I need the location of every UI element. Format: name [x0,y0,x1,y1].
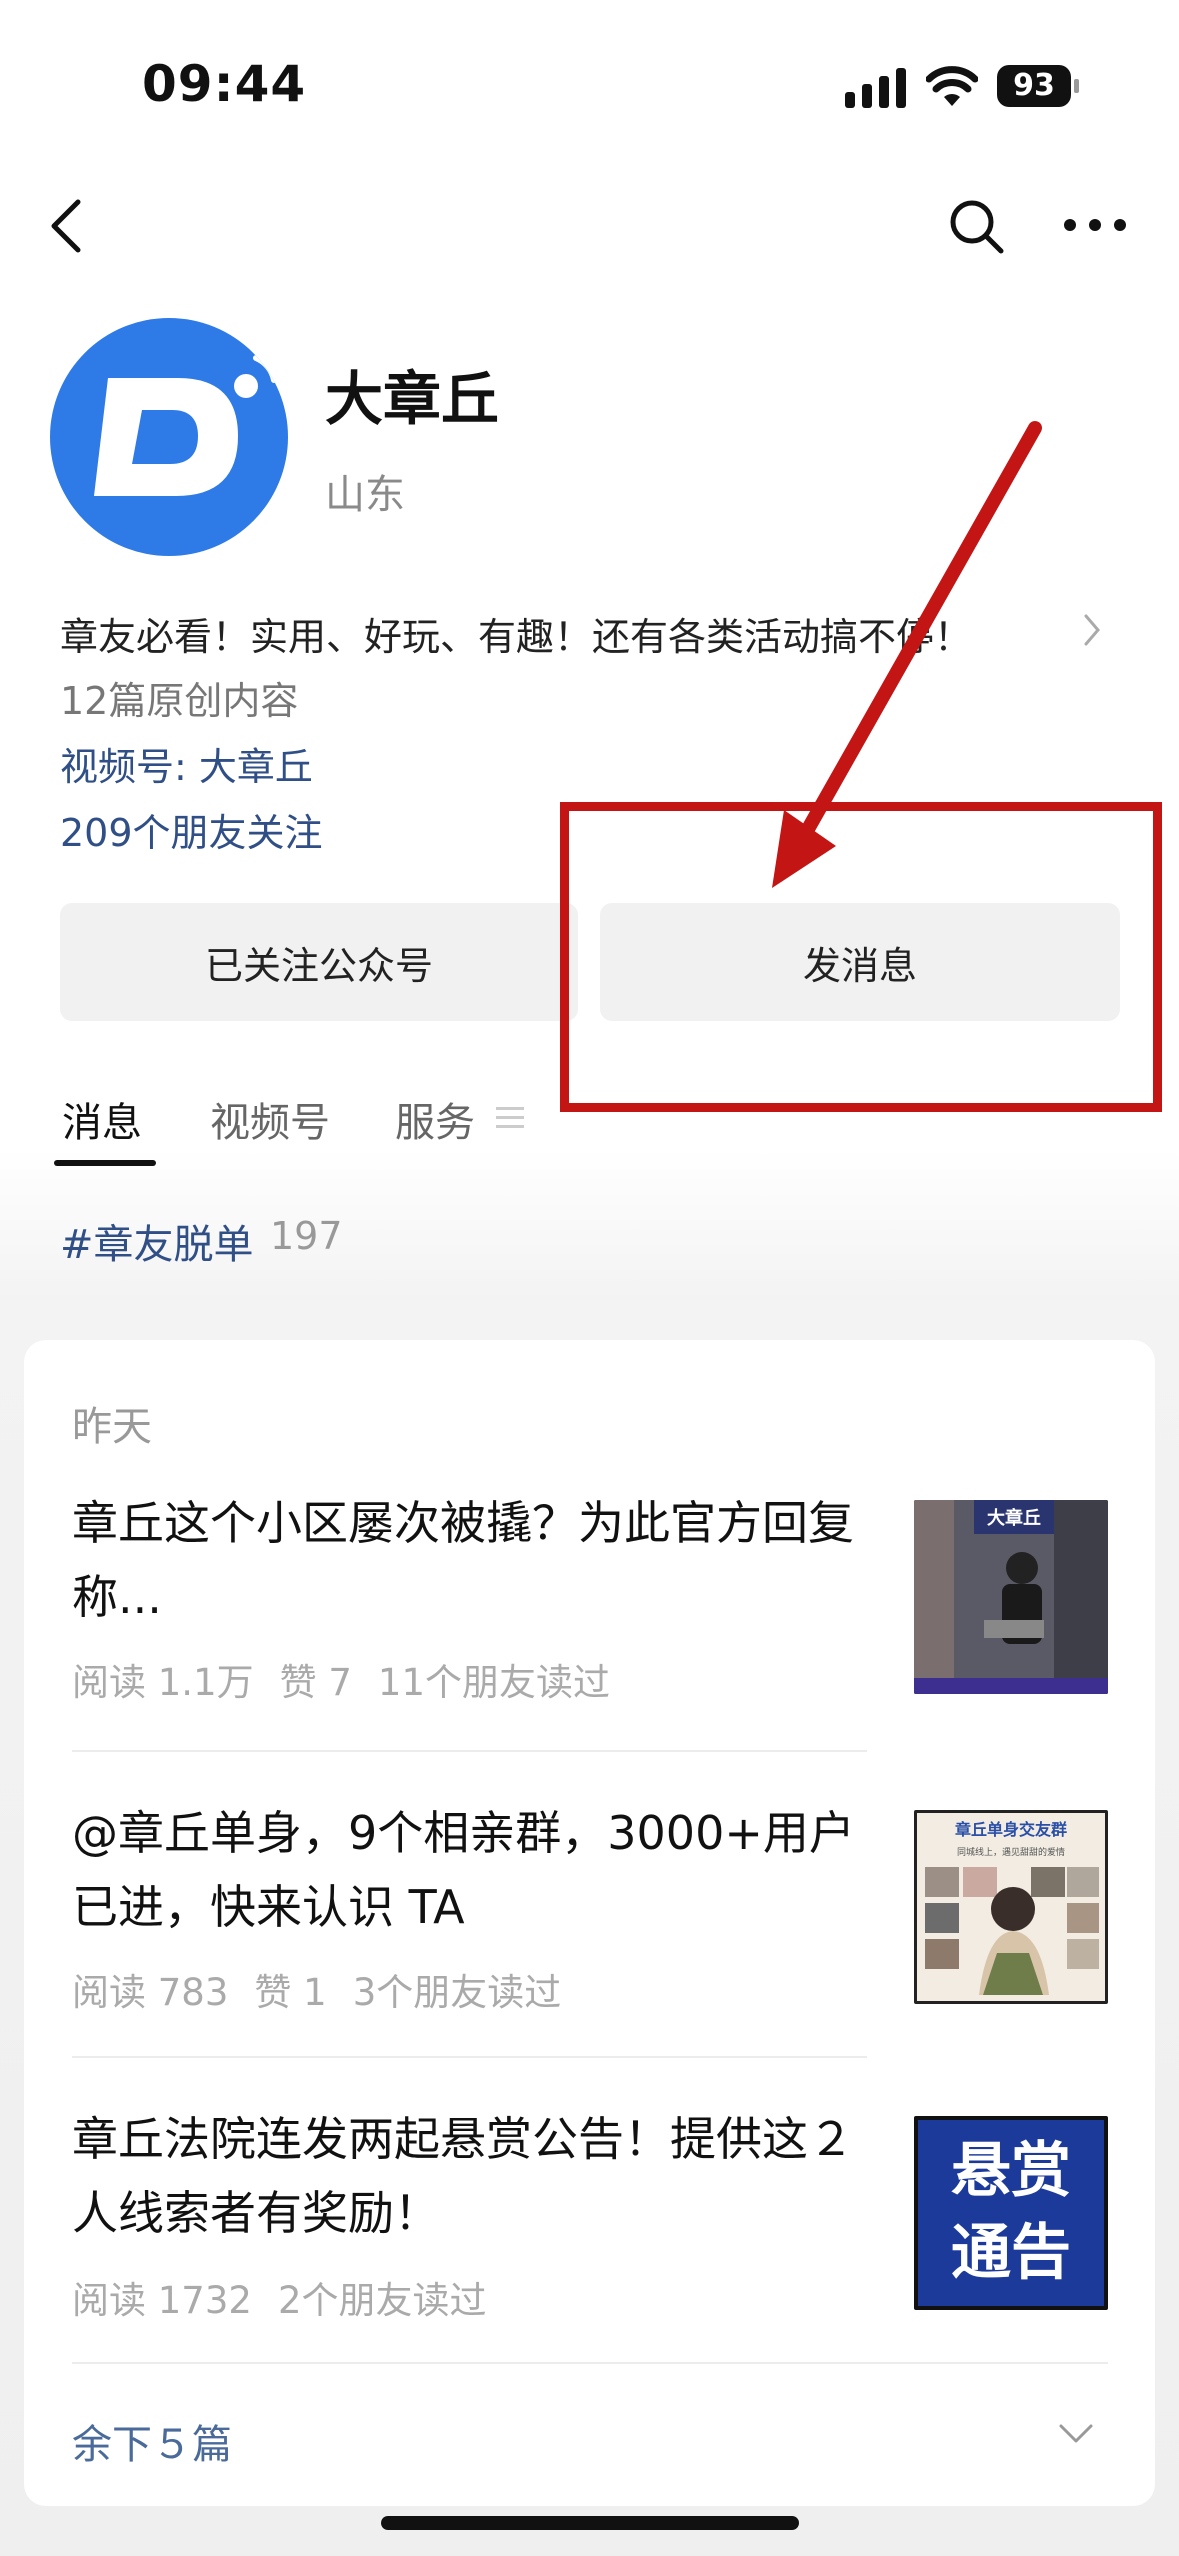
thumbnail-image: 大章丘 [914,1500,1108,1694]
article-thumbnail[interactable]: 悬赏 通告 [914,2116,1108,2310]
annotation-highlight-box [560,802,1162,1112]
account-name: 大章丘 [325,365,500,433]
thumbnail-text-line1: 悬赏 [951,2136,1071,2206]
search-icon[interactable] [946,196,1006,256]
home-indicator[interactable] [381,2516,799,2530]
friends-following-link[interactable]: 209个朋友关注 [60,802,323,857]
read-count: 阅读 1732 [72,2279,252,2322]
friends-read: 11个朋友读过 [377,1661,611,1704]
video-channel-link[interactable]: 视频号: 大章丘 [60,736,313,791]
account-avatar[interactable] [50,318,288,556]
article-title[interactable]: 章丘法院连发两起悬赏公告！提供这２人线索者有奖励！ [72,2102,872,2250]
thumbnail-image: 章丘单身交友群 同城线上，遇见甜甜的爱情 [917,1813,1105,2001]
battery-level: 93 [997,65,1071,107]
tab-video-channel[interactable]: 视频号 [210,1090,330,1148]
like-count: 赞 1 [254,1971,327,2014]
logo-icon [94,343,288,496]
chevron-right-icon[interactable] [1082,612,1102,648]
hashtag-link[interactable]: #章友脱单 [60,1212,254,1270]
battery-icon: 93 [997,65,1079,107]
article-meta: 阅读 1732 2个朋友读过 [72,2270,512,2324]
divider [72,1750,867,1752]
remaining-articles-link[interactable]: 余下５篇 [72,2412,232,2470]
divider [72,2362,1108,2364]
article-title[interactable]: @章丘单身，9个相亲群，3000+用户已进，快来认识 TA [72,1796,872,1944]
friends-read: 3个朋友读过 [352,1971,562,2014]
tab-messages[interactable]: 消息 [62,1090,142,1148]
thumbnail-subcaption: 同城线上，遇见甜甜的爱情 [957,1846,1065,1858]
active-tab-indicator [54,1160,156,1166]
original-content-count[interactable]: 12篇原创内容 [60,670,298,725]
article-thumbnail[interactable]: 大章丘 [914,1500,1108,1694]
like-count: 赞 7 [279,1661,352,1704]
back-button[interactable] [44,196,88,256]
chevron-down-icon[interactable] [1058,2422,1094,2446]
followed-button[interactable]: 已关注公众号 [60,903,578,1021]
more-options-icon[interactable] [1060,205,1130,245]
date-label: 昨天 [72,1404,152,1450]
wifi-icon [926,66,978,106]
account-description[interactable]: 章友必看！实用、好玩、有趣！还有各类活动搞不停！ [60,606,972,661]
menu-icon[interactable] [496,1104,524,1132]
thumbnail-caption: 章丘单身交友群 [955,1820,1067,1839]
hashtag-count: 197 [270,1214,343,1258]
account-location: 山东 [325,472,405,518]
friends-read: 2个朋友读过 [277,2279,487,2322]
divider [72,2056,867,2058]
status-time: 09:44 [142,55,307,113]
article-meta: 阅读 783 赞 1 3个朋友读过 [72,1962,587,2016]
tab-services[interactable]: 服务 [395,1090,475,1148]
article-title[interactable]: 章丘这个小区屡次被撬？为此官方回复称... [72,1486,872,1634]
read-count: 阅读 1.1万 [72,1661,254,1704]
read-count: 阅读 783 [72,1971,229,2014]
article-thumbnail[interactable]: 章丘单身交友群 同城线上，遇见甜甜的爱情 [914,1810,1108,2004]
cellular-signal-icon [845,68,906,108]
thumbnail-caption: 大章丘 [987,1507,1041,1529]
article-meta: 阅读 1.1万赞 7 11个朋友读过 [72,1652,636,1706]
thumbnail-text-line2: 通告 [951,2218,1071,2288]
